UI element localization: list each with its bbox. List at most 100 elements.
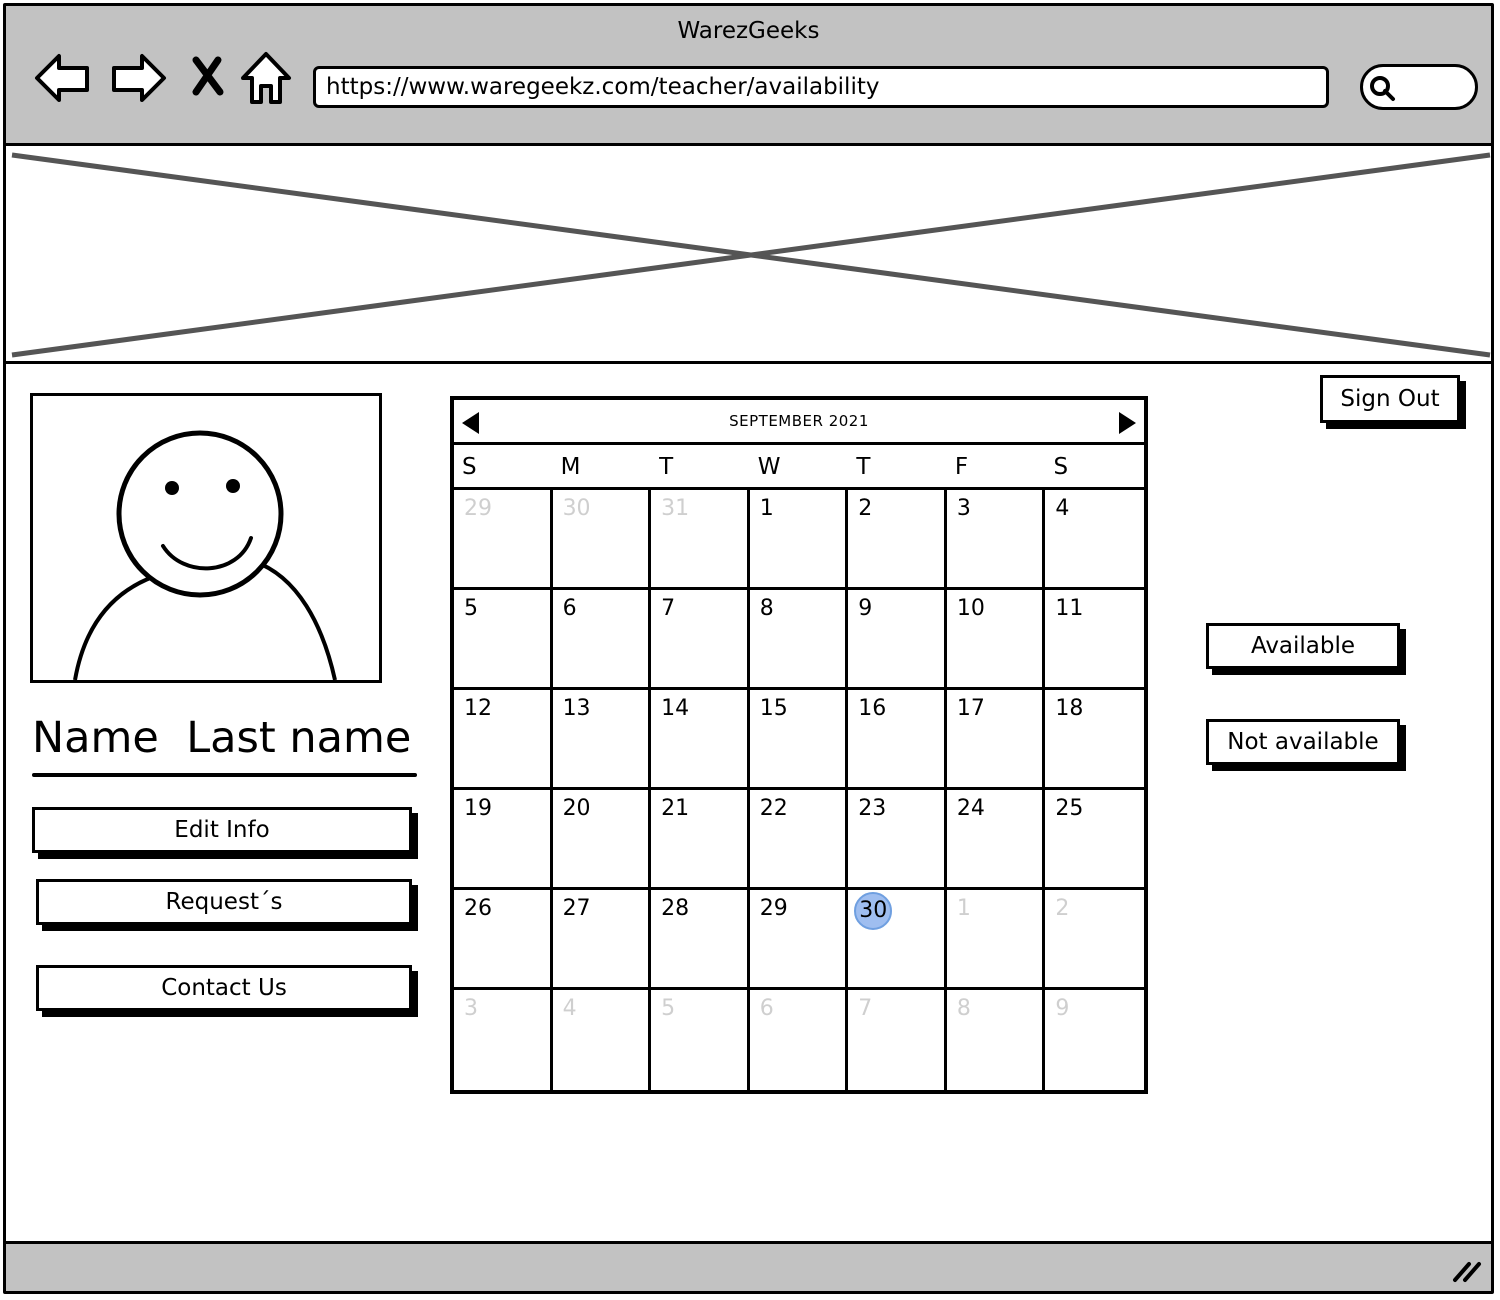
calendar-day[interactable]: 2 bbox=[848, 490, 947, 590]
forward-arrow-icon[interactable] bbox=[108, 50, 168, 106]
weekday-label: W bbox=[757, 454, 781, 480]
calendar-day[interactable]: 30 bbox=[552, 490, 652, 590]
calendar-day-number: 9 bbox=[1055, 996, 1070, 1021]
calendar-day[interactable]: 1 bbox=[946, 890, 1046, 990]
calendar-day-number: 30 bbox=[854, 892, 893, 930]
calendar-day[interactable]: 8 bbox=[749, 590, 849, 690]
edit-info-button[interactable]: Edit Info bbox=[32, 807, 412, 853]
name-underline bbox=[32, 773, 417, 777]
calendar-day-number: 20 bbox=[562, 796, 591, 821]
calendar-day[interactable]: 29 bbox=[749, 890, 849, 990]
calendar-day[interactable]: 7 bbox=[651, 590, 750, 690]
calendar-day-number: 4 bbox=[562, 996, 577, 1021]
profile-name: Name Last name bbox=[32, 713, 412, 763]
calendar-day-today[interactable]: 30 bbox=[848, 890, 947, 990]
weekday-header: S M T W T F S bbox=[454, 445, 1144, 490]
calendar-day[interactable]: 12 bbox=[454, 690, 553, 790]
weekday-label: F bbox=[954, 454, 969, 480]
calendar-day-number: 25 bbox=[1055, 796, 1084, 821]
calendar-day-number: 1 bbox=[956, 896, 971, 921]
calendar-day[interactable]: 31 bbox=[651, 490, 750, 590]
calendar-day[interactable]: 18 bbox=[1045, 690, 1144, 790]
banner-image-placeholder bbox=[6, 147, 1491, 364]
calendar-day[interactable]: 23 bbox=[848, 790, 947, 890]
calendar-day-number: 21 bbox=[661, 796, 690, 821]
calendar-day-number: 9 bbox=[858, 596, 873, 621]
search-box[interactable] bbox=[1360, 64, 1478, 110]
home-icon[interactable] bbox=[239, 50, 293, 106]
calendar-day[interactable]: 2 bbox=[1045, 890, 1144, 990]
calendar-day[interactable]: 4 bbox=[553, 990, 652, 1090]
calendar-day[interactable]: 24 bbox=[946, 790, 1046, 890]
weekday-label: S bbox=[1053, 454, 1069, 480]
calendar-day[interactable]: 15 bbox=[749, 690, 849, 790]
calendar-day[interactable]: 6 bbox=[750, 990, 849, 1090]
close-x-icon[interactable] bbox=[188, 50, 228, 106]
calendar-day[interactable]: 6 bbox=[552, 590, 652, 690]
calendar-day[interactable]: 17 bbox=[946, 690, 1046, 790]
calendar-day[interactable]: 29 bbox=[454, 490, 553, 590]
calendar-day-number: 4 bbox=[1055, 496, 1070, 521]
calendar-day[interactable]: 5 bbox=[454, 590, 553, 690]
back-arrow-icon[interactable] bbox=[33, 50, 93, 106]
calendar-day-number: 3 bbox=[956, 496, 971, 521]
calendar-header: SEPTEMBER 2021 bbox=[454, 400, 1144, 445]
search-icon bbox=[1370, 76, 1395, 101]
calendar-day-number: 5 bbox=[464, 596, 478, 621]
calendar-month-label: SEPTEMBER 2021 bbox=[729, 412, 869, 430]
calendar-day[interactable]: 3 bbox=[454, 990, 553, 1090]
calendar-day-number: 15 bbox=[759, 696, 788, 721]
weekday-label: M bbox=[560, 454, 581, 480]
calendar-day[interactable]: 26 bbox=[454, 890, 553, 990]
next-month-icon[interactable] bbox=[1119, 412, 1136, 434]
calendar-day-number: 26 bbox=[464, 896, 492, 921]
calendar-day-number: 22 bbox=[759, 796, 788, 821]
calendar-day-number: 24 bbox=[956, 796, 985, 821]
calendar-day[interactable]: 16 bbox=[848, 690, 947, 790]
calendar-day-number: 18 bbox=[1055, 696, 1084, 721]
calendar-day[interactable]: 25 bbox=[1045, 790, 1144, 890]
calendar-day[interactable]: 4 bbox=[1045, 490, 1144, 590]
weekday-label: S bbox=[462, 454, 477, 480]
calendar-day-number: 1 bbox=[759, 496, 774, 521]
calendar-day[interactable]: 13 bbox=[552, 690, 652, 790]
calendar-day-number: 13 bbox=[562, 696, 591, 721]
calendar-day-number: 7 bbox=[661, 596, 676, 621]
calendar-day[interactable]: 1 bbox=[749, 490, 849, 590]
calendar-day-number: 16 bbox=[858, 696, 887, 721]
calendar-day[interactable]: 3 bbox=[946, 490, 1046, 590]
resize-grip-icon[interactable] bbox=[1451, 1256, 1485, 1284]
calendar-day-grid: 29 30 31 1 2 3 4 5 6 7 8 9 10 11 12 13 14 15 16 17 18 19 20 21 2… bbox=[454, 490, 1144, 1090]
browser-statusbar bbox=[6, 1241, 1491, 1291]
calendar-day-number: 19 bbox=[464, 796, 492, 821]
browser-titlebar: WarezGeeks https://www.waregeekz.com/tea… bbox=[6, 6, 1491, 146]
address-bar[interactable]: https://www.waregeekz.com/teacher/availa… bbox=[313, 66, 1329, 108]
calendar-day-number: 7 bbox=[858, 996, 873, 1021]
calendar-day-number: 5 bbox=[661, 996, 676, 1021]
image-placeholder-icon bbox=[11, 152, 1491, 358]
not-available-button[interactable]: Not available bbox=[1206, 719, 1400, 765]
calendar-day-number: 29 bbox=[759, 896, 788, 921]
calendar-day[interactable]: 22 bbox=[749, 790, 849, 890]
sign-out-button[interactable]: Sign Out bbox=[1320, 375, 1460, 423]
calendar-day[interactable]: 14 bbox=[651, 690, 750, 790]
calendar-day-number: 6 bbox=[562, 596, 577, 621]
calendar-day[interactable]: 19 bbox=[454, 790, 553, 890]
calendar-day-number: 2 bbox=[1055, 896, 1070, 921]
calendar-day[interactable]: 5 bbox=[651, 990, 750, 1090]
window-title: WarezGeeks bbox=[677, 18, 820, 44]
available-button[interactable]: Available bbox=[1206, 623, 1400, 669]
calendar-day[interactable]: 8 bbox=[947, 990, 1046, 1090]
calendar-day[interactable]: 20 bbox=[552, 790, 652, 890]
contact-us-button[interactable]: Contact Us bbox=[36, 965, 412, 1011]
calendar-day[interactable]: 9 bbox=[1045, 990, 1144, 1090]
calendar-day[interactable]: 9 bbox=[848, 590, 947, 690]
calendar-day[interactable]: 7 bbox=[848, 990, 947, 1090]
calendar-day[interactable]: 28 bbox=[651, 890, 750, 990]
calendar-day-number: 11 bbox=[1055, 596, 1084, 621]
calendar-day[interactable]: 21 bbox=[651, 790, 750, 890]
requests-button[interactable]: Request´s bbox=[36, 879, 412, 925]
calendar-day[interactable]: 11 bbox=[1045, 590, 1144, 690]
calendar-day[interactable]: 10 bbox=[946, 590, 1046, 690]
calendar-day[interactable]: 27 bbox=[552, 890, 652, 990]
